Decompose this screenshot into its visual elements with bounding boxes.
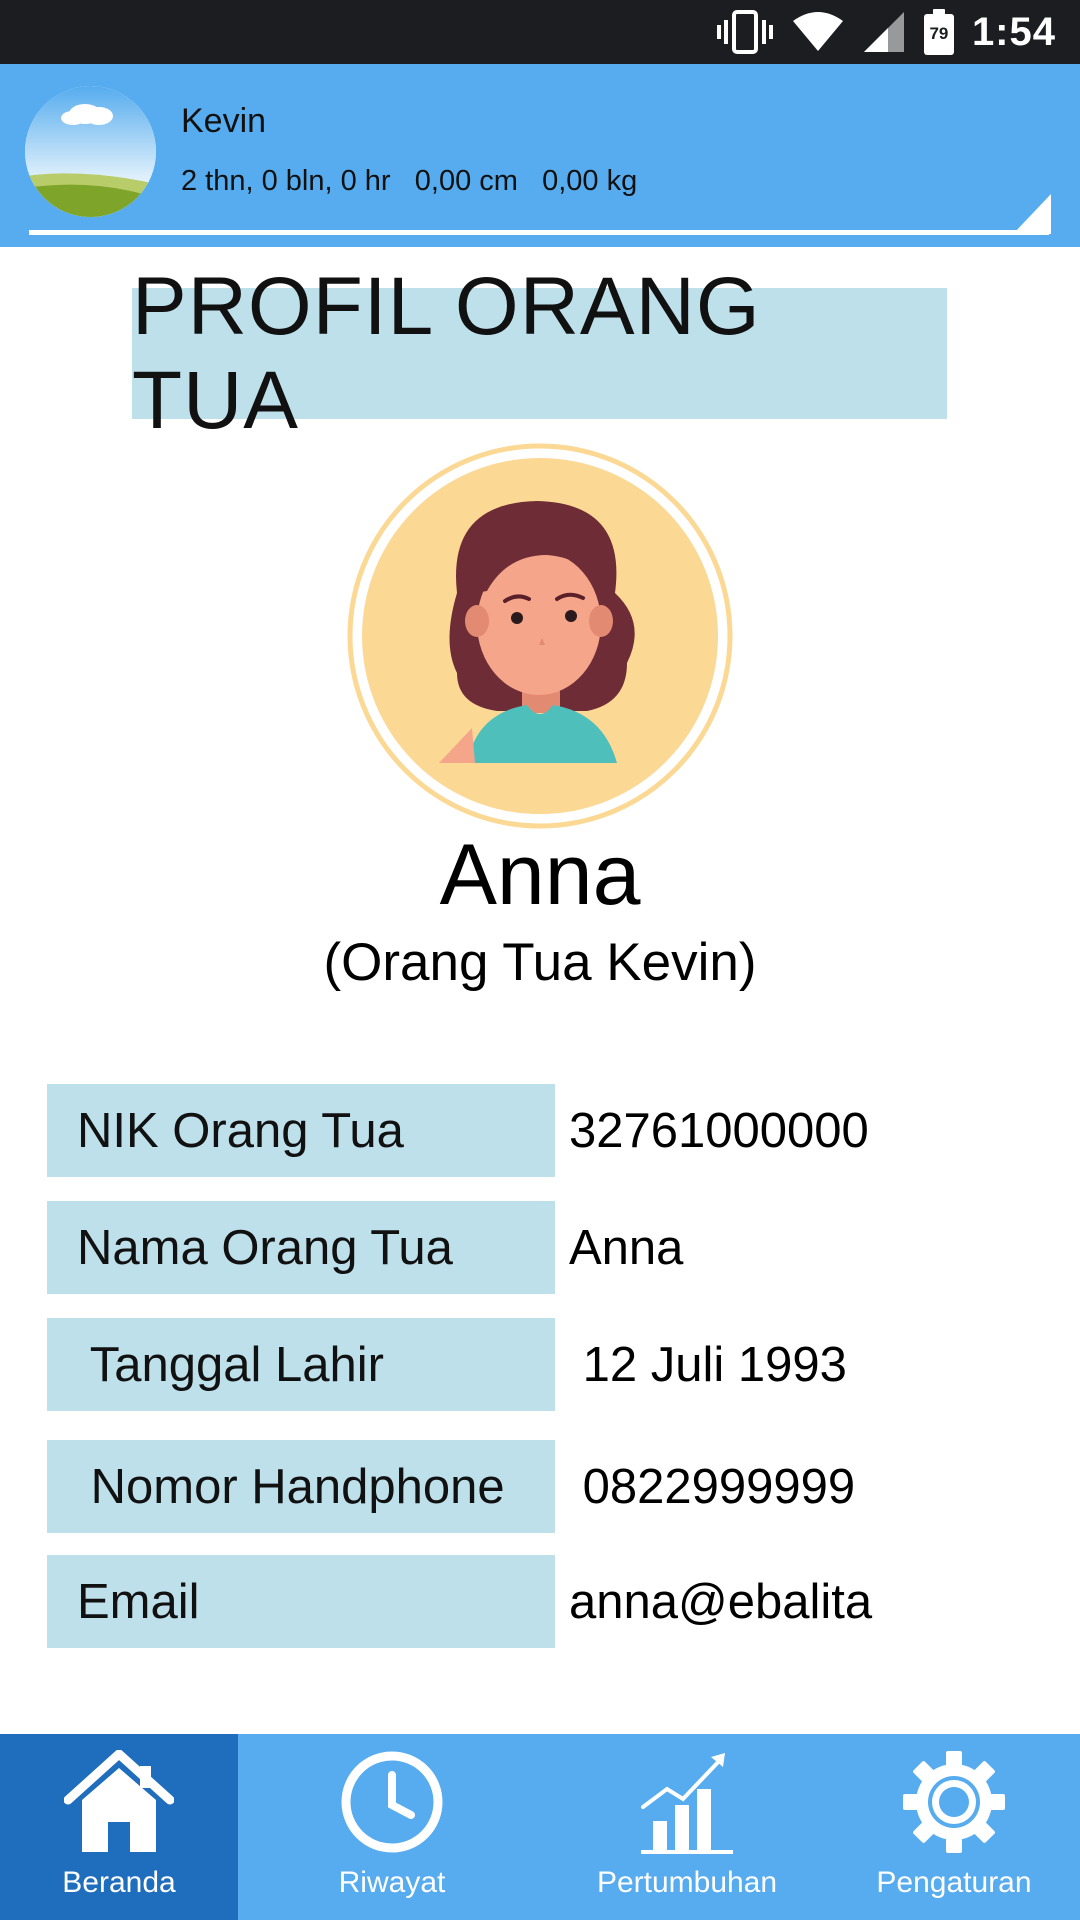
growth-chart-icon xyxy=(639,1748,735,1856)
info-row-nama: Nama Orang Tua Anna xyxy=(47,1201,1047,1294)
battery-icon: 79 xyxy=(923,9,954,55)
info-value: 0822999999 xyxy=(569,1459,856,1514)
info-row-email: Email anna@ebalita xyxy=(47,1555,1047,1648)
child-name: Kevin xyxy=(181,102,267,140)
info-label: Tanggal Lahir xyxy=(47,1318,555,1411)
parent-relation: (Orang Tua Kevin) xyxy=(323,933,757,992)
nav-item-pertumbuhan[interactable]: Pertumbuhan xyxy=(546,1734,828,1920)
home-icon xyxy=(64,1748,174,1856)
nav-label: Pengaturan xyxy=(876,1866,1032,1899)
nav-item-riwayat[interactable]: Riwayat xyxy=(238,1734,546,1920)
info-label: Email xyxy=(47,1555,555,1648)
signal-icon xyxy=(862,11,906,53)
nav-label: Pertumbuhan xyxy=(596,1866,778,1899)
info-label: NIK Orang Tua xyxy=(47,1084,555,1177)
info-value: 12 Juli 1993 xyxy=(569,1337,847,1392)
info-label: Nomor Handphone xyxy=(47,1440,555,1533)
info-label: Nama Orang Tua xyxy=(47,1201,555,1294)
nav-label: Beranda xyxy=(62,1866,176,1899)
battery-level: 79 xyxy=(929,24,949,43)
dropdown-corner-icon[interactable] xyxy=(1013,194,1051,234)
wifi-icon xyxy=(792,11,844,53)
landscape-avatar-icon xyxy=(25,86,156,217)
status-time: 1:54 xyxy=(971,9,1056,54)
info-row-nik: NIK Orang Tua 32761000000 xyxy=(47,1084,1047,1177)
nav-label: Riwayat xyxy=(338,1866,446,1899)
nav-item-pengaturan[interactable]: Pengaturan xyxy=(828,1734,1080,1920)
clock-icon xyxy=(339,1748,445,1856)
gear-icon xyxy=(901,1748,1007,1856)
nav-item-beranda[interactable]: Beranda xyxy=(0,1734,238,1920)
vibrate-icon xyxy=(716,10,774,54)
status-bar: 79 1:54 xyxy=(0,0,1080,64)
child-stats: 2 thn, 0 bln, 0 hr 0,00 cm 0,00 kg xyxy=(181,165,638,197)
info-row-handphone: Nomor Handphone 0822999999 xyxy=(47,1440,1047,1533)
header-divider xyxy=(29,230,1049,235)
info-value: Anna xyxy=(569,1220,684,1275)
info-value: anna@ebalita xyxy=(569,1574,873,1629)
page-title: PROFIL ORANG TUA xyxy=(132,261,947,446)
parent-name: Anna xyxy=(439,827,641,923)
woman-avatar-icon xyxy=(347,443,733,829)
bottom-nav: Beranda Riwayat Pertumbuhan Pengaturan xyxy=(0,1734,1080,1920)
info-row-tanggal-lahir: Tanggal Lahir 12 Juli 1993 xyxy=(47,1318,1047,1411)
info-value: 32761000000 xyxy=(569,1103,869,1158)
child-header[interactable]: Kevin 2 thn, 0 bln, 0 hr 0,00 cm 0,00 kg xyxy=(0,64,1080,247)
